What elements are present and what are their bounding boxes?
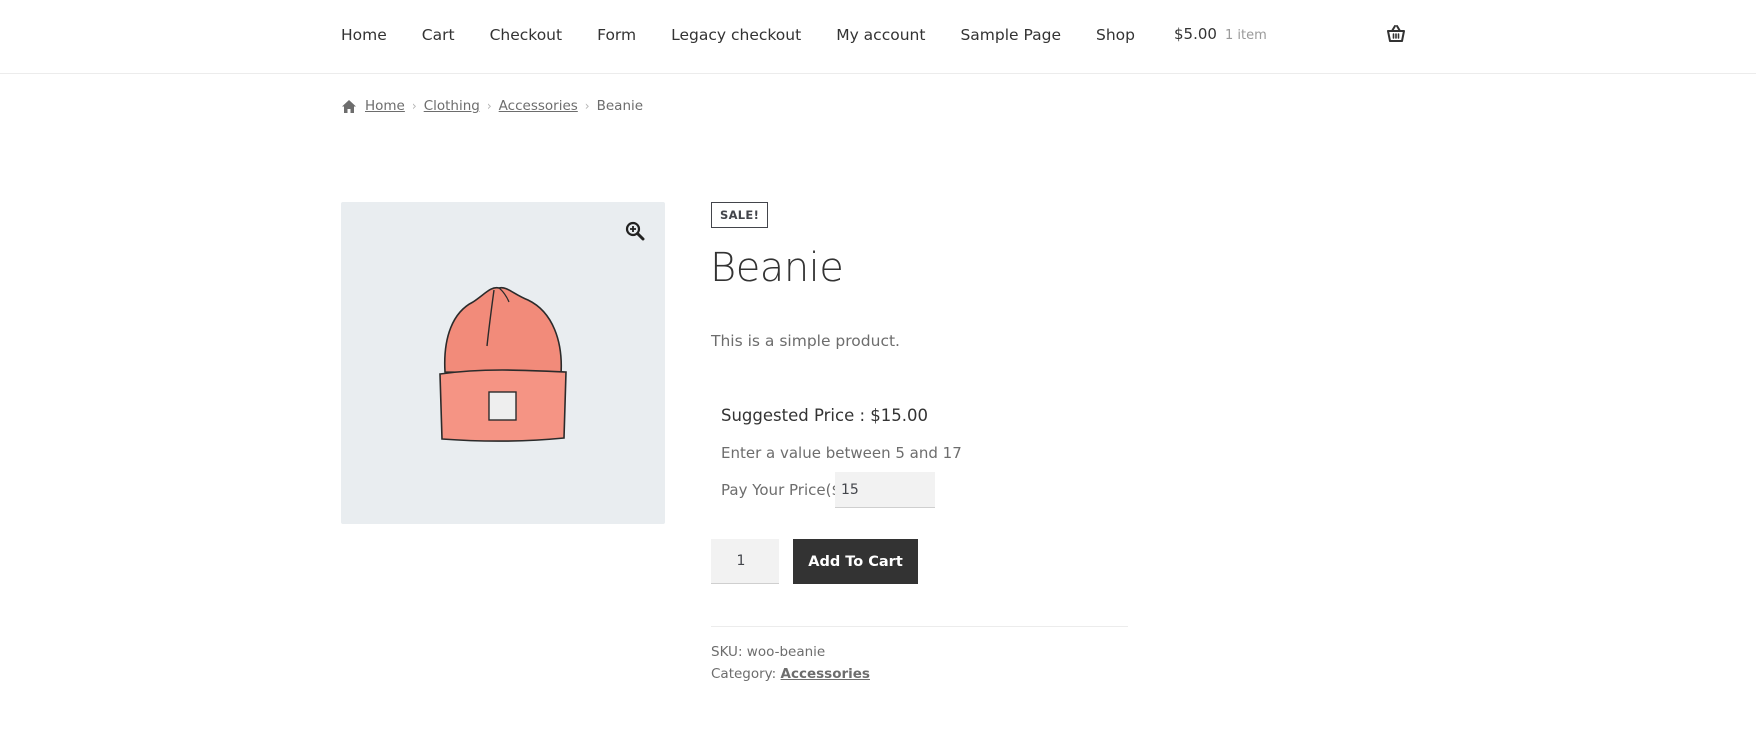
product-gallery[interactable] (341, 202, 665, 524)
product-short-description: This is a simple product. (711, 332, 900, 350)
chevron-right-icon: › (411, 99, 417, 113)
category-label: Category: (711, 666, 781, 682)
basket-icon[interactable] (1386, 24, 1406, 44)
nav-item-my-account[interactable]: My account (836, 26, 925, 44)
sale-badge: SALE! (711, 202, 769, 228)
breadcrumb-accessories[interactable]: Accessories (499, 98, 578, 114)
suggested-price: Suggested Price : $15.00 (721, 406, 928, 425)
pay-your-price-label: Pay Your Price($) (721, 481, 847, 499)
nav-item-legacy-checkout[interactable]: Legacy checkout (671, 26, 801, 44)
meta-divider (711, 626, 1128, 627)
nav-item-form[interactable]: Form (597, 26, 636, 44)
breadcrumb-clothing[interactable]: Clothing (424, 98, 480, 114)
primary-nav: Home Cart Checkout Form Legacy checkout … (341, 0, 1170, 70)
nav-item-shop[interactable]: Shop (1096, 26, 1135, 44)
add-to-cart-button[interactable]: Add To Cart (793, 539, 918, 584)
nav-item-checkout[interactable]: Checkout (490, 26, 563, 44)
chevron-right-icon: › (486, 99, 492, 113)
nav-item-home[interactable]: Home (341, 26, 387, 44)
nav-item-sample-page[interactable]: Sample Page (960, 26, 1061, 44)
category-link-accessories[interactable]: Accessories (781, 666, 870, 682)
cart-item-count: 1 item (1224, 28, 1267, 43)
pay-your-price-input[interactable] (835, 472, 935, 508)
site-header: Home Cart Checkout Form Legacy checkout … (0, 0, 1756, 74)
quantity-input[interactable] (711, 539, 779, 584)
breadcrumb-home[interactable]: Home (365, 98, 405, 114)
chevron-right-icon: › (584, 99, 590, 113)
product-category: Category: Accessories (711, 666, 870, 682)
breadcrumb-current: Beanie (596, 98, 644, 114)
nav-item-cart[interactable]: Cart (422, 26, 455, 44)
product-sku: SKU: woo-beanie (711, 644, 826, 660)
cart-amount: $5.00 (1174, 25, 1217, 43)
header-cart-summary[interactable]: $5.00 1 item (1174, 25, 1267, 43)
breadcrumb: Home › Clothing › Accessories › Beanie (341, 98, 643, 114)
product-title: Beanie (710, 245, 844, 291)
home-icon (342, 99, 356, 113)
zoom-in-icon[interactable] (625, 221, 645, 241)
price-range-note: Enter a value between 5 and 17 (721, 444, 962, 462)
beanie-product-image[interactable] (433, 282, 573, 446)
